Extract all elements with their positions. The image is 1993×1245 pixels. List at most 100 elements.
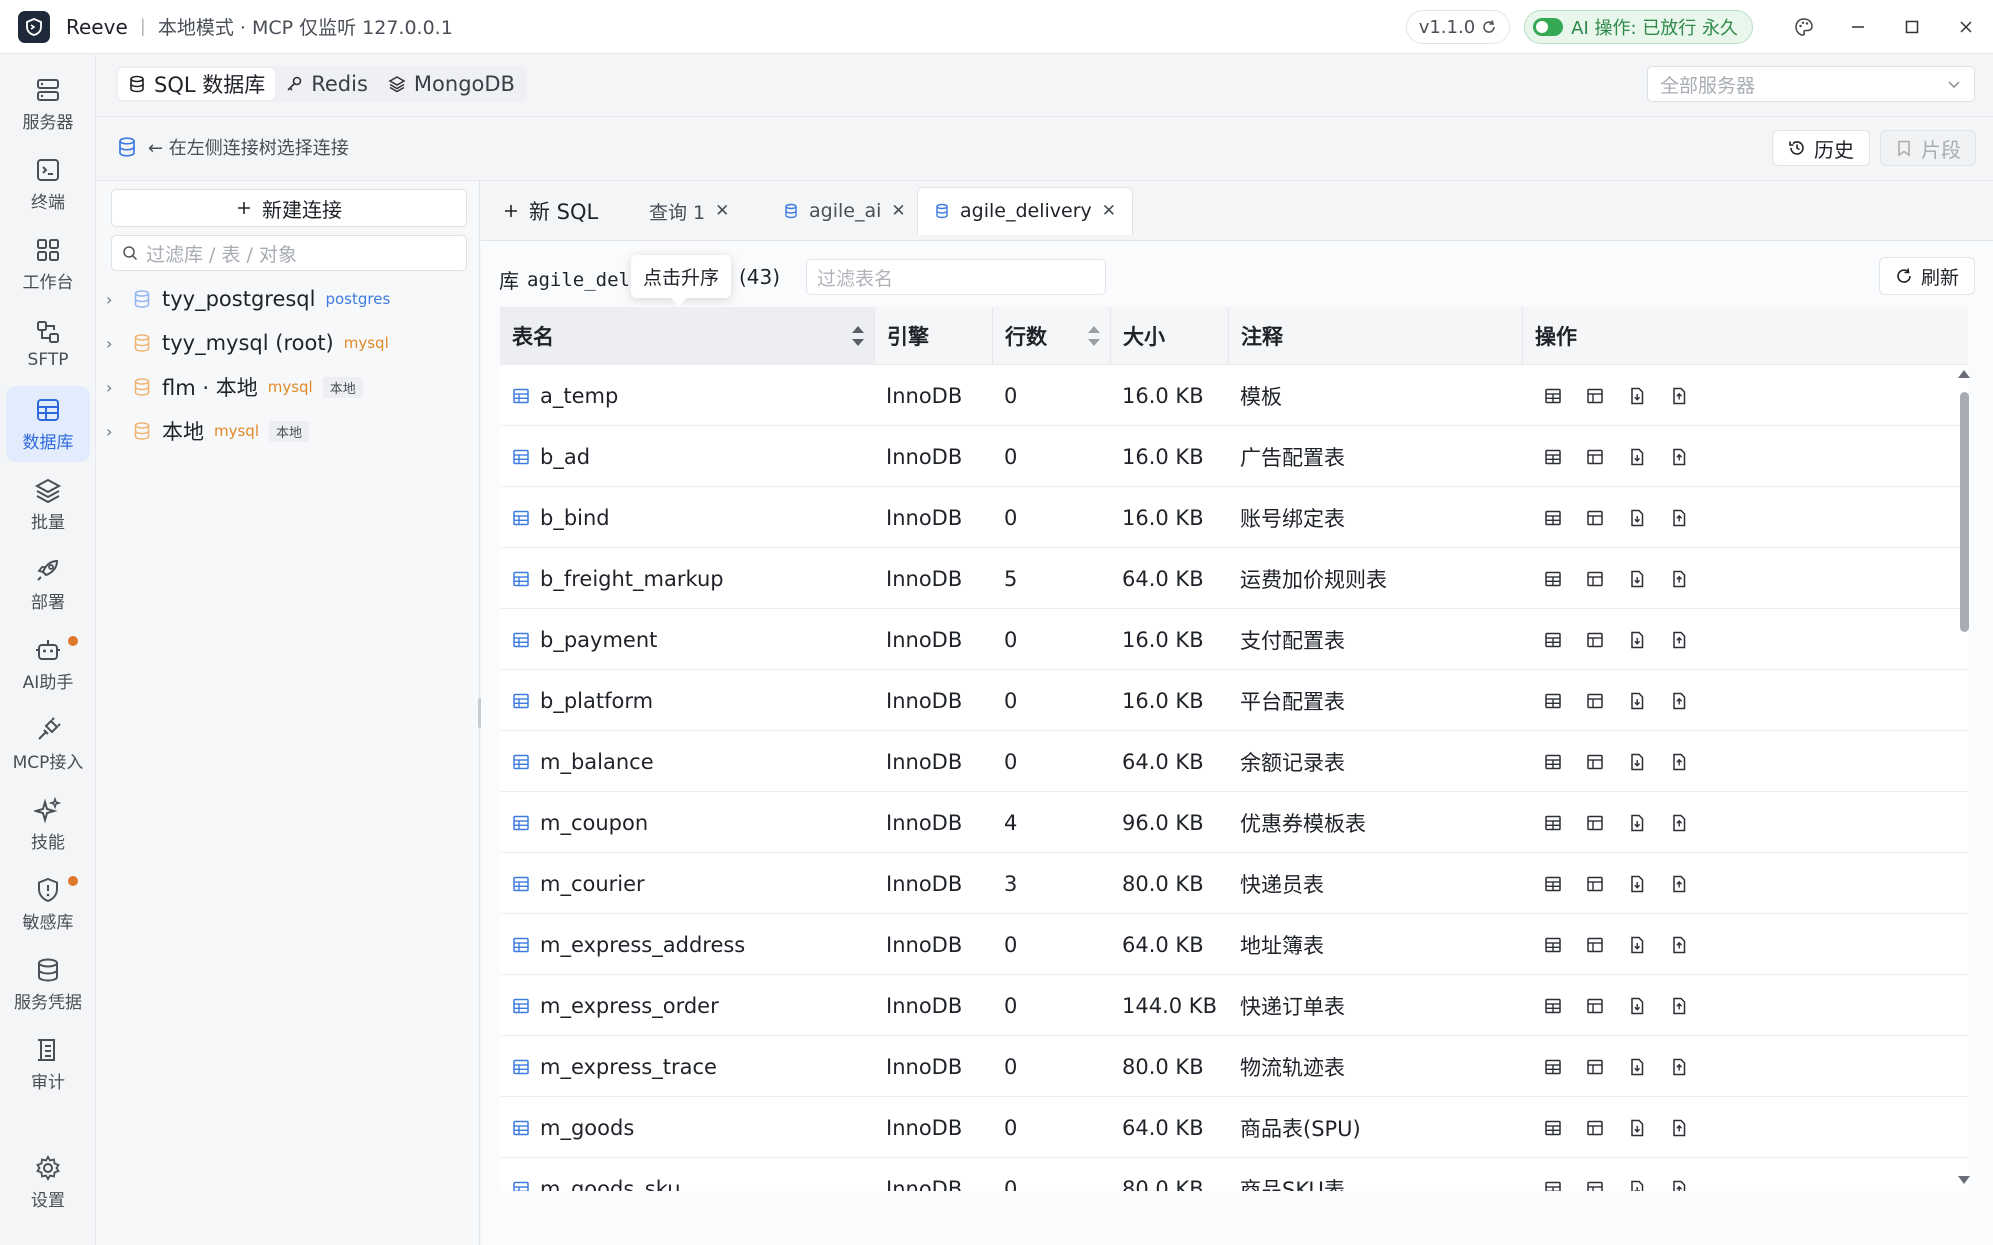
table-structure-icon[interactable] xyxy=(1584,873,1606,895)
table-row[interactable]: m_goods InnoDB 0 64.0 KB 商品表(SPU) xyxy=(500,1097,1968,1158)
nav-terminal[interactable]: 终端 xyxy=(6,146,90,222)
ddl-icon[interactable] xyxy=(1668,934,1690,956)
cell-table-name[interactable]: m_balance xyxy=(500,731,874,792)
nav-batch[interactable]: 批量 xyxy=(6,466,90,542)
nav-skills[interactable]: 技能 xyxy=(6,786,90,862)
browse-data-icon[interactable] xyxy=(1542,507,1564,529)
export-icon[interactable] xyxy=(1626,1117,1648,1139)
table-structure-icon[interactable] xyxy=(1584,1056,1606,1078)
tab-mongodb[interactable]: MongoDB xyxy=(378,68,525,100)
browse-data-icon[interactable] xyxy=(1542,751,1564,773)
nav-mcp[interactable]: MCP接入 xyxy=(6,706,90,782)
nav-ai-assistant[interactable]: AI助手 xyxy=(6,626,90,702)
ddl-icon[interactable] xyxy=(1668,995,1690,1017)
tree-item-connection[interactable]: › flm · 本地 mysql 本地 xyxy=(106,369,363,405)
export-icon[interactable] xyxy=(1626,995,1648,1017)
nav-deploy[interactable]: 部署 xyxy=(6,546,90,622)
tree-item-connection[interactable]: › tyy_postgresql postgres xyxy=(106,281,390,317)
table-filter-input[interactable]: 过滤表名 xyxy=(806,259,1106,295)
ddl-icon[interactable] xyxy=(1668,1056,1690,1078)
cell-table-name[interactable]: m_express_address xyxy=(500,914,874,975)
cell-table-name[interactable]: a_temp xyxy=(500,365,874,426)
close-tab-icon[interactable]: ✕ xyxy=(891,201,905,221)
ddl-icon[interactable] xyxy=(1668,507,1690,529)
browse-data-icon[interactable] xyxy=(1542,873,1564,895)
export-icon[interactable] xyxy=(1626,873,1648,895)
ddl-icon[interactable] xyxy=(1668,690,1690,712)
nav-servers[interactable]: 服务器 xyxy=(6,66,90,142)
browse-data-icon[interactable] xyxy=(1542,385,1564,407)
table-row[interactable]: b_payment InnoDB 0 16.0 KB 支付配置表 xyxy=(500,609,1968,670)
ddl-icon[interactable] xyxy=(1668,873,1690,895)
column-header-rows[interactable]: 行数 xyxy=(992,307,1110,365)
cell-table-name[interactable]: b_ad xyxy=(500,426,874,487)
nav-workbench[interactable]: 工作台 xyxy=(6,226,90,302)
refresh-button[interactable]: 刷新 xyxy=(1879,257,1975,295)
table-row[interactable]: a_temp InnoDB 0 16.0 KB 模板 xyxy=(500,365,1968,426)
version-badge[interactable]: v1.1.0 xyxy=(1405,10,1511,44)
table-row[interactable]: b_ad InnoDB 0 16.0 KB 广告配置表 xyxy=(500,426,1968,487)
nav-settings[interactable]: 设置 xyxy=(6,1144,90,1220)
table-row[interactable]: b_bind InnoDB 0 16.0 KB 账号绑定表 xyxy=(500,487,1968,548)
browse-data-icon[interactable] xyxy=(1542,995,1564,1017)
theme-button[interactable] xyxy=(1777,0,1831,54)
table-structure-icon[interactable] xyxy=(1584,385,1606,407)
browse-data-icon[interactable] xyxy=(1542,934,1564,956)
new-connection-button[interactable]: 新建连接 xyxy=(111,189,467,227)
scrollbar-thumb[interactable] xyxy=(1960,392,1969,632)
table-row[interactable]: m_coupon InnoDB 4 96.0 KB 优惠券模板表 xyxy=(500,792,1968,853)
export-icon[interactable] xyxy=(1626,934,1648,956)
cell-table-name[interactable]: m_express_order xyxy=(500,975,874,1036)
table-row[interactable]: m_goods_sku InnoDB 0 80.0 KB 商品SKU表 xyxy=(500,1158,1968,1191)
table-row[interactable]: m_express_trace InnoDB 0 80.0 KB 物流轨迹表 xyxy=(500,1036,1968,1097)
scroll-down-arrow[interactable] xyxy=(1958,1176,1970,1184)
ddl-icon[interactable] xyxy=(1668,446,1690,468)
browse-data-icon[interactable] xyxy=(1542,629,1564,651)
browse-data-icon[interactable] xyxy=(1542,446,1564,468)
ddl-icon[interactable] xyxy=(1668,385,1690,407)
table-structure-icon[interactable] xyxy=(1584,446,1606,468)
close-tab-icon[interactable]: ✕ xyxy=(715,201,729,221)
table-row[interactable]: b_freight_markup InnoDB 5 64.0 KB 运费加价规则… xyxy=(500,548,1968,609)
close-window-button[interactable] xyxy=(1939,0,1993,54)
ddl-icon[interactable] xyxy=(1668,812,1690,834)
table-structure-icon[interactable] xyxy=(1584,812,1606,834)
ai-permission-toggle[interactable]: AI 操作: 已放行 永久 xyxy=(1524,10,1753,44)
sort-icon[interactable] xyxy=(852,326,864,346)
table-row[interactable]: m_balance InnoDB 0 64.0 KB 余额记录表 xyxy=(500,731,1968,792)
tree-item-connection[interactable]: › 本地 mysql 本地 xyxy=(106,413,310,449)
export-icon[interactable] xyxy=(1626,751,1648,773)
tab-agile-ai[interactable]: agile_ai ✕ xyxy=(767,187,922,235)
cell-table-name[interactable]: m_coupon xyxy=(500,792,874,853)
browse-data-icon[interactable] xyxy=(1542,568,1564,590)
export-icon[interactable] xyxy=(1626,690,1648,712)
nav-sftp[interactable]: SFTP xyxy=(6,306,90,382)
table-row[interactable]: m_express_order InnoDB 0 144.0 KB 快递订单表 xyxy=(500,975,1968,1036)
table-structure-icon[interactable] xyxy=(1584,1178,1606,1191)
connection-filter-input[interactable]: 过滤库 / 表 / 对象 xyxy=(111,235,467,271)
export-icon[interactable] xyxy=(1626,507,1648,529)
table-structure-icon[interactable] xyxy=(1584,690,1606,712)
browse-data-icon[interactable] xyxy=(1542,1178,1564,1191)
cell-table-name[interactable]: m_goods_sku xyxy=(500,1158,874,1191)
cell-table-name[interactable]: b_bind xyxy=(500,487,874,548)
server-filter-select[interactable]: 全部服务器 xyxy=(1647,66,1975,102)
tab-query-1[interactable]: 查询 1 ✕ xyxy=(633,187,745,235)
cell-table-name[interactable]: m_express_trace xyxy=(500,1036,874,1097)
table-structure-icon[interactable] xyxy=(1584,751,1606,773)
history-button[interactable]: 历史 xyxy=(1772,130,1870,166)
cell-table-name[interactable]: b_freight_markup xyxy=(500,548,874,609)
table-row[interactable]: m_express_address InnoDB 0 64.0 KB 地址簿表 xyxy=(500,914,1968,975)
cell-table-name[interactable]: b_platform xyxy=(500,670,874,731)
ddl-icon[interactable] xyxy=(1668,629,1690,651)
ddl-icon[interactable] xyxy=(1668,751,1690,773)
export-icon[interactable] xyxy=(1626,1178,1648,1191)
browse-data-icon[interactable] xyxy=(1542,1056,1564,1078)
new-sql-button[interactable]: 新 SQL xyxy=(487,187,614,235)
nav-audit[interactable]: 审计 xyxy=(6,1026,90,1102)
tab-sql-database[interactable]: SQL 数据库 xyxy=(118,68,276,100)
browse-data-icon[interactable] xyxy=(1542,690,1564,712)
export-icon[interactable] xyxy=(1626,812,1648,834)
table-row[interactable]: m_courier InnoDB 3 80.0 KB 快递员表 xyxy=(500,853,1968,914)
sort-icon[interactable] xyxy=(1088,326,1100,346)
